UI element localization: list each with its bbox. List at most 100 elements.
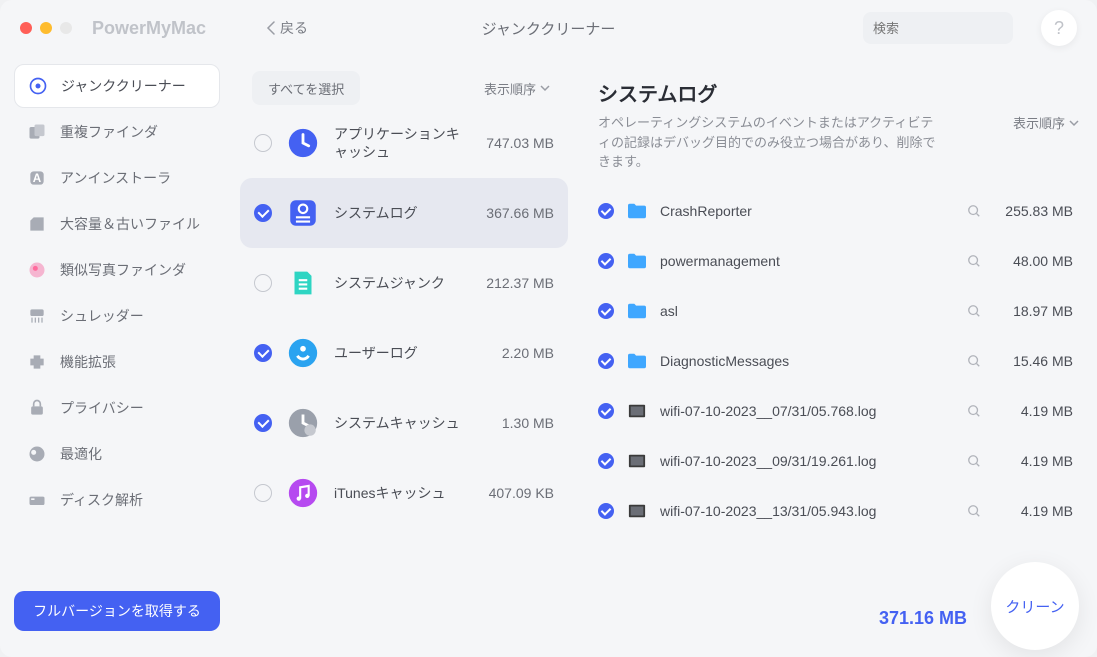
checkbox[interactable] <box>598 253 614 269</box>
reveal-button[interactable] <box>967 254 981 268</box>
category-size: 367.66 MB <box>486 205 554 221</box>
sidebar-item-dup[interactable]: 重複ファインダ <box>14 110 220 154</box>
photos-icon <box>26 259 48 281</box>
dup-icon <box>26 121 48 143</box>
junk-icon <box>27 75 49 97</box>
checkbox[interactable] <box>598 403 614 419</box>
file-item[interactable]: CrashReporter 255.83 MB <box>598 186 1073 236</box>
file-name: powermanagement <box>660 253 955 269</box>
sidebar-item-label: ディスク解析 <box>60 490 143 510</box>
sidebar-item-label: 機能拡張 <box>60 352 116 372</box>
main-content: ジャンククリーナー重複ファインダAアンインストーラ大容量＆古いファイル類似写真フ… <box>0 56 1097 657</box>
window-controls <box>20 22 72 34</box>
file-size: 4.19 MB <box>993 453 1073 469</box>
category-item[interactable]: システムジャンク 212.37 MB <box>240 248 568 318</box>
chevron-left-icon <box>266 21 276 35</box>
help-button[interactable]: ? <box>1041 10 1077 46</box>
sort-label: 表示順序 <box>484 79 536 98</box>
checkbox[interactable] <box>598 203 614 219</box>
sidebar-item-disk[interactable]: ディスク解析 <box>14 478 220 522</box>
folder-icon <box>626 352 648 370</box>
detail-title: システムログ <box>598 78 1079 107</box>
appcache-icon <box>286 126 320 160</box>
checkbox[interactable] <box>254 484 272 502</box>
full-version-button[interactable]: フルバージョンを取得する <box>14 591 220 631</box>
category-name: アプリケーションキャッシュ <box>334 125 472 161</box>
reveal-button[interactable] <box>967 304 981 318</box>
file-item[interactable]: wifi-07-10-2023__13/31/05.943.log 4.19 M… <box>598 486 1073 536</box>
reveal-button[interactable] <box>967 454 981 468</box>
category-item[interactable]: アプリケーションキャッシュ 747.03 MB <box>240 108 568 178</box>
file-item[interactable]: wifi-07-10-2023__07/31/05.768.log 4.19 M… <box>598 386 1073 436</box>
shred-icon <box>26 305 48 327</box>
checkbox[interactable] <box>598 303 614 319</box>
category-size: 2.20 MB <box>502 345 554 361</box>
checkbox[interactable] <box>254 134 272 152</box>
checkbox[interactable] <box>598 353 614 369</box>
file-type-icon <box>626 452 648 470</box>
reveal-button[interactable] <box>967 504 981 518</box>
file-name: DiagnosticMessages <box>660 353 955 369</box>
reveal-button[interactable] <box>967 404 981 418</box>
checkbox[interactable] <box>598 453 614 469</box>
search-input[interactable] <box>873 21 1049 36</box>
reveal-button[interactable] <box>967 354 981 368</box>
total-size: 371.16 MB <box>879 608 967 629</box>
file-type-icon <box>626 402 648 420</box>
file-type-icon <box>626 302 648 320</box>
sidebar-item-opt[interactable]: 最適化 <box>14 432 220 476</box>
category-item[interactable]: システムキャッシュ 1.30 MB <box>240 388 568 458</box>
file-type-icon <box>626 252 648 270</box>
category-name: システムログ <box>334 204 472 222</box>
sidebar-item-photos[interactable]: 類似写真ファインダ <box>14 248 220 292</box>
sidebar-item-junk[interactable]: ジャンククリーナー <box>14 64 220 108</box>
category-item[interactable]: システムログ 367.66 MB <box>240 178 568 248</box>
file-name: asl <box>660 303 955 319</box>
detail-sort-button[interactable]: 表示順序 <box>1013 113 1079 132</box>
file-size: 15.46 MB <box>993 353 1073 369</box>
sidebar-item-shred[interactable]: シュレッダー <box>14 294 220 338</box>
back-button[interactable]: 戻る <box>266 18 308 38</box>
file-name: wifi-07-10-2023__13/31/05.943.log <box>660 503 955 519</box>
category-size: 212.37 MB <box>486 275 554 291</box>
file-type-icon <box>626 502 648 520</box>
minimize-window-icon[interactable] <box>40 22 52 34</box>
category-item[interactable]: iTunesキャッシュ 407.09 KB <box>240 458 568 528</box>
file-icon <box>626 502 648 520</box>
file-item[interactable]: asl 18.97 MB <box>598 286 1073 336</box>
checkbox[interactable] <box>254 414 272 432</box>
detail-header-row: オペレーティングシステムのイベントまたはアクティビティの記録はデバッグ目的でのみ… <box>598 113 1079 172</box>
opt-icon <box>26 443 48 465</box>
file-item[interactable]: DiagnosticMessages 15.46 MB <box>598 336 1073 386</box>
file-name: wifi-07-10-2023__09/31/19.261.log <box>660 453 955 469</box>
sort-button[interactable]: 表示順序 <box>484 79 550 98</box>
category-header: すべてを選択 表示順序 <box>240 68 574 108</box>
sidebar-item-ext[interactable]: 機能拡張 <box>14 340 220 384</box>
folder-icon <box>626 202 648 220</box>
app-window: PowerMyMac 戻る ジャンククリーナー ? ジャンククリーナー重複ファイ… <box>0 0 1097 657</box>
file-item[interactable]: powermanagement 48.00 MB <box>598 236 1073 286</box>
checkbox[interactable] <box>598 503 614 519</box>
checkbox[interactable] <box>254 204 272 222</box>
syslog-icon <box>286 196 320 230</box>
checkbox[interactable] <box>254 344 272 362</box>
clean-button[interactable]: クリーン <box>991 562 1079 650</box>
sidebar-item-label: 類似写真ファインダ <box>60 260 186 280</box>
category-item[interactable]: ユーザーログ 2.20 MB <box>240 318 568 388</box>
file-name: CrashReporter <box>660 203 955 219</box>
close-window-icon[interactable] <box>20 22 32 34</box>
checkbox[interactable] <box>254 274 272 292</box>
file-size: 48.00 MB <box>993 253 1073 269</box>
maximize-window-icon[interactable] <box>60 22 72 34</box>
search-box[interactable] <box>863 12 1013 44</box>
sidebar-item-uninst[interactable]: Aアンインストーラ <box>14 156 220 200</box>
sidebar-item-priv[interactable]: プライバシー <box>14 386 220 430</box>
ext-icon <box>26 351 48 373</box>
reveal-button[interactable] <box>967 204 981 218</box>
sidebar-item-large[interactable]: 大容量＆古いファイル <box>14 202 220 246</box>
detail-sort-label: 表示順序 <box>1013 113 1065 132</box>
file-item[interactable]: wifi-07-10-2023__09/31/19.261.log 4.19 M… <box>598 436 1073 486</box>
svg-text:A: A <box>33 172 42 185</box>
select-all-button[interactable]: すべてを選択 <box>252 71 360 105</box>
category-list: アプリケーションキャッシュ 747.03 MB システムログ 367.66 MB… <box>240 108 574 645</box>
